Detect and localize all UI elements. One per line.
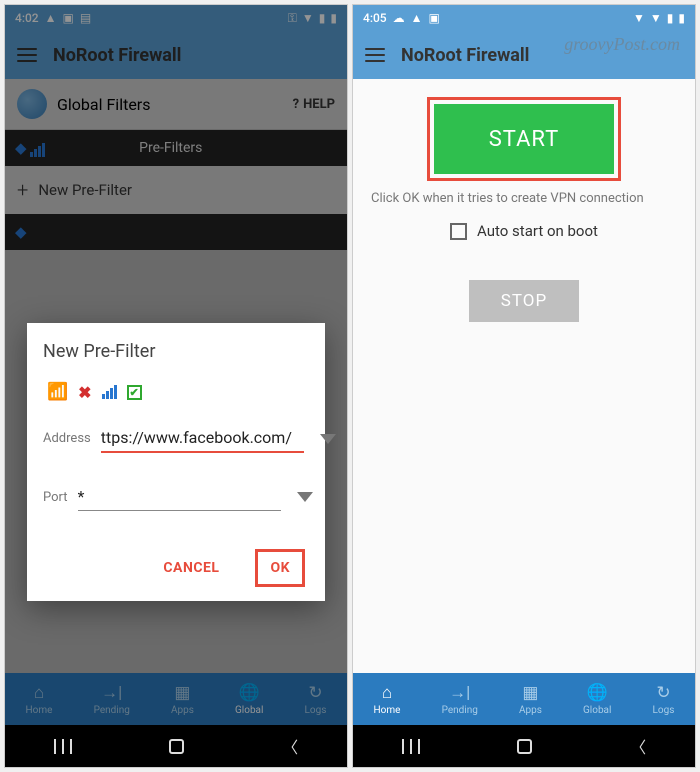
apps-icon: ▦	[522, 683, 538, 703]
wifi-icon[interactable]: 📶	[47, 382, 68, 402]
nav-logs[interactable]: ↻Logs	[305, 683, 327, 716]
dialog-actions: CANCEL OK	[43, 541, 309, 591]
nav-home[interactable]: ⌂Home	[26, 683, 53, 716]
global-filters-row[interactable]: Global Filters ? HELP	[5, 79, 347, 130]
new-prefilter-dialog: New Pre-Filter 📶 ✖ ✔ Address Port	[27, 323, 325, 601]
home-button[interactable]	[169, 739, 184, 754]
dialog-title: New Pre-Filter	[43, 341, 309, 362]
port-label: Port	[43, 490, 68, 505]
nav-logs[interactable]: ↻Logs	[653, 683, 675, 716]
bottom-nav: ⌂Home →|Pending ▦Apps 🌐Global ↻Logs	[353, 673, 695, 725]
menu-icon[interactable]	[365, 48, 385, 62]
tabs-row: ◆ Pre-Filters	[5, 130, 347, 166]
auto-start-label: Auto start on boot	[477, 222, 598, 240]
cancel-button[interactable]: CANCEL	[151, 549, 231, 587]
global-icon: 🌐	[239, 683, 260, 703]
help-button[interactable]: ? HELP	[293, 97, 335, 112]
new-prefilter-label: New Pre-Filter	[38, 181, 132, 199]
auto-start-row[interactable]: Auto start on boot	[371, 222, 677, 240]
signal-icon: ▮	[667, 11, 674, 25]
signal-icon: ▮	[319, 11, 326, 25]
wifi-icon-2: ▼	[650, 11, 662, 25]
app-title: NoRoot Firewall	[401, 45, 529, 66]
app-title: NoRoot Firewall	[53, 45, 181, 66]
home-icon: ⌂	[34, 683, 44, 703]
image-icon-2: ▤	[80, 11, 91, 25]
recent-apps-button[interactable]	[54, 739, 72, 754]
ok-button[interactable]: OK	[258, 552, 302, 584]
bottom-nav: ⌂Home →|Pending ▦Apps 🌐Global ↻Logs	[5, 673, 347, 725]
home-button[interactable]	[517, 739, 532, 754]
status-time: 4:05	[363, 11, 387, 25]
x-icon[interactable]: ✖	[78, 383, 91, 402]
hint-text: Click OK when it tries to create VPN con…	[371, 191, 677, 206]
recent-apps-button[interactable]	[402, 739, 420, 754]
toggle-icons-row: 📶 ✖ ✔	[43, 382, 309, 402]
nav-global[interactable]: 🌐Global	[235, 683, 263, 716]
chevron-down-icon[interactable]	[297, 492, 313, 502]
status-bar: 4:02 ▲ ▣ ▤ ⚿ ▼ ▮ ▮	[5, 5, 347, 31]
nav-home[interactable]: ⌂Home	[374, 683, 401, 716]
cloud-icon: ☁	[393, 11, 405, 25]
logs-icon: ↻	[656, 683, 670, 703]
chevron-down-icon[interactable]	[320, 434, 336, 444]
apps-icon: ▦	[174, 683, 190, 703]
status-bar: 4:05 ☁ ▲ ▣ ▼ ▼ ▮ ▮	[353, 5, 695, 31]
screenshot-left: 4:02 ▲ ▣ ▤ ⚿ ▼ ▮ ▮ NoRoot Firewall Globa…	[4, 4, 348, 768]
system-nav: 〈	[353, 725, 695, 767]
nav-pending[interactable]: →|Pending	[442, 683, 478, 716]
status-time: 4:02	[15, 11, 39, 25]
flame-icon: ▲	[45, 11, 57, 25]
wifi-icon: ◆	[15, 139, 27, 157]
globe-icon	[17, 89, 47, 119]
address-field-row: Address	[43, 424, 309, 453]
pending-icon: →|	[449, 683, 470, 703]
menu-icon[interactable]	[17, 48, 37, 62]
address-input[interactable]	[101, 424, 304, 451]
start-button[interactable]: START	[434, 104, 614, 174]
ok-highlight-box: OK	[255, 549, 305, 587]
screenshot-right: 4:05 ☁ ▲ ▣ ▼ ▼ ▮ ▮ NoRoot Firewall START…	[352, 4, 696, 768]
nav-apps[interactable]: ▦Apps	[519, 683, 542, 716]
app-bar: NoRoot Firewall	[353, 31, 695, 79]
back-button[interactable]: 〈	[630, 734, 646, 758]
auto-start-checkbox[interactable]	[450, 223, 467, 240]
check-icon[interactable]: ✔	[127, 385, 142, 400]
home-icon: ⌂	[382, 683, 392, 703]
nav-apps[interactable]: ▦Apps	[171, 683, 194, 716]
logs-icon: ↻	[308, 683, 322, 703]
global-icon: 🌐	[587, 683, 608, 703]
port-field-row: Port	[43, 483, 309, 511]
signal-icon[interactable]	[102, 385, 117, 399]
wifi-signal-indicator: ◆	[5, 139, 55, 157]
start-highlight-box: START	[427, 97, 621, 181]
content-area: Global Filters ? HELP ◆ Pre-Filters + Ne…	[5, 79, 347, 673]
flame-icon: ▲	[411, 11, 423, 25]
battery-icon: ▮	[678, 11, 685, 25]
address-label: Address	[43, 431, 91, 446]
nav-pending[interactable]: →|Pending	[94, 683, 130, 716]
image-icon: ▣	[63, 11, 74, 25]
app-bar: NoRoot Firewall	[5, 31, 347, 79]
filter-item-row[interactable]: ◆	[5, 214, 347, 250]
global-filters-label: Global Filters	[57, 95, 150, 114]
key-icon: ⚿	[288, 11, 297, 26]
stop-button[interactable]: STOP	[469, 280, 579, 322]
help-icon: ?	[293, 97, 299, 112]
back-button[interactable]: 〈	[282, 734, 298, 758]
content-area: START Click OK when it tries to create V…	[353, 79, 695, 673]
wifi-icon: ◆	[15, 223, 27, 241]
pending-icon: →|	[101, 683, 122, 703]
port-input[interactable]	[78, 483, 281, 510]
image-icon: ▣	[429, 11, 440, 25]
wifi-icon: ▼	[302, 11, 314, 25]
tab-prefilters[interactable]: Pre-Filters	[55, 140, 287, 156]
nav-global[interactable]: 🌐Global	[583, 683, 611, 716]
help-label: HELP	[303, 97, 335, 112]
system-nav: 〈	[5, 725, 347, 767]
wifi-icon: ▼	[633, 11, 645, 25]
new-prefilter-button[interactable]: + New Pre-Filter	[5, 166, 347, 214]
plus-icon: +	[17, 178, 28, 202]
battery-icon: ▮	[330, 11, 337, 25]
